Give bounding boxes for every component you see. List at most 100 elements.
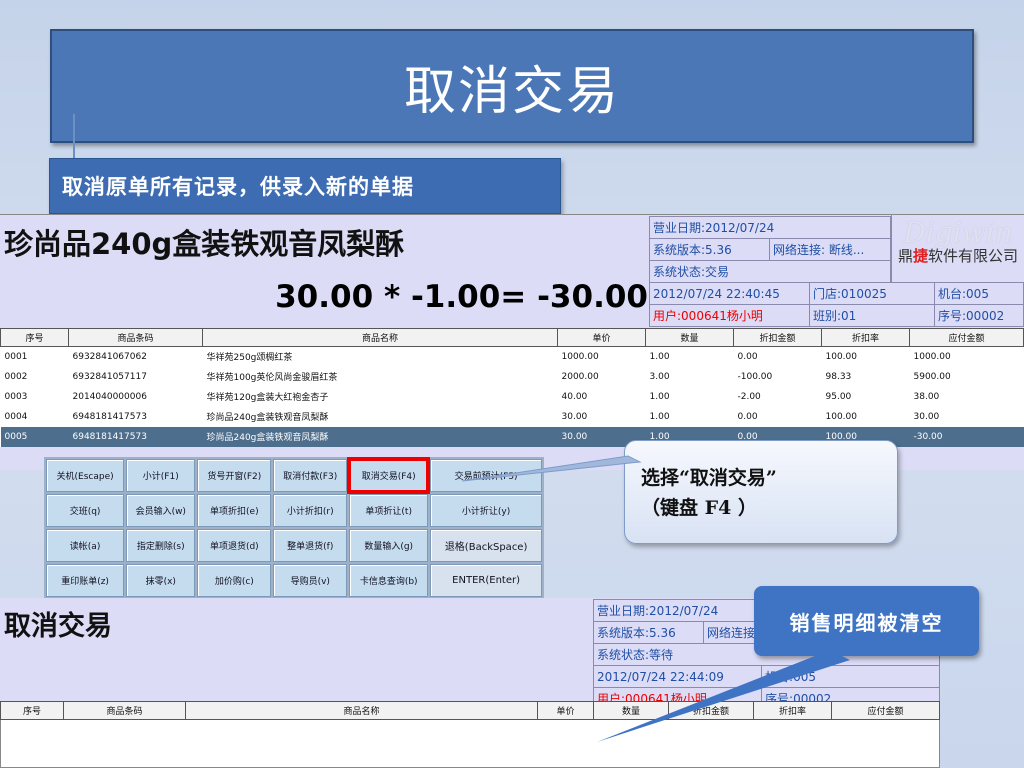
table-cell: 华祥苑250g颂椆红茶 <box>206 353 293 364</box>
column-header[interactable]: 数量 <box>593 701 669 720</box>
column-header[interactable]: 序号 <box>0 328 69 347</box>
column-header[interactable]: 折扣金额 <box>668 701 754 720</box>
column-header[interactable]: 商品条码 <box>63 701 186 720</box>
table-cell: 珍尚品240g盒装铁观音凤梨酥 <box>202 426 558 447</box>
function-key-button[interactable]: 小计(F1) <box>126 459 196 492</box>
function-key-button[interactable]: 交班(q) <box>46 494 125 527</box>
table-cell: 1.00 <box>649 391 670 402</box>
table-cell: 5900.00 <box>913 371 951 382</box>
table-cell: 38.00 <box>913 391 940 402</box>
biz-date: 营业日期:2012/07/24 <box>649 216 891 239</box>
sys-status: 系统状态:交易 <box>649 260 891 283</box>
function-key-button[interactable]: 退格(BackSpace) <box>430 529 542 562</box>
seq: 序号:00002 <box>934 304 1024 327</box>
callout-line2: （键盘 F4 ） <box>641 497 757 519</box>
pos2-datetime: 2012/07/24 22:44:09 <box>592 665 763 688</box>
pos-info-panel-2: 2012/07/24 22:40:45 门店:010025 机台:005 用户:00… <box>649 282 1024 327</box>
table-cell: 0004 <box>4 411 28 422</box>
function-key-button[interactable]: 加价购(c) <box>197 564 272 597</box>
table-cell: 98.33 <box>825 371 852 382</box>
column-header[interactable]: 商品名称 <box>185 701 538 720</box>
sales-detail-table-empty: 序号 商品条码 商品名称 单价 数量 折扣金额 折扣率 应付金额 <box>0 701 940 768</box>
connector-line <box>73 114 75 160</box>
function-key-button[interactable]: 整单退货(f) <box>273 529 348 562</box>
function-key-button[interactable]: 卡信息查询(b) <box>349 564 429 597</box>
network-status: 网络连接: 断线... <box>769 238 891 261</box>
column-header[interactable]: 应付金额 <box>909 328 1024 347</box>
column-header[interactable]: 数量 <box>645 328 734 347</box>
function-key-button[interactable]: 单项折让(t) <box>349 494 429 527</box>
user: 用户:000641杨小明 <box>649 304 810 327</box>
table-cell: -100.00 <box>737 371 773 382</box>
function-key-button[interactable]: 单项折扣(e) <box>197 494 272 527</box>
function-key-button[interactable]: 货号开窗(F2) <box>197 459 272 492</box>
table-cell: 0.00 <box>737 411 758 422</box>
function-key-button[interactable]: 取消交易(F4) <box>347 457 431 494</box>
slide-subtitle-box: 取消原单所有记录，供录入新的单据 <box>49 158 561 214</box>
function-key-button[interactable]: 数量输入(g) <box>349 529 429 562</box>
table-row[interactable]: 0004 6948181417573 珍尚品240g盒装铁观音凤梨酥 30.00 1.0… <box>1 407 1024 427</box>
column-header[interactable]: 折扣率 <box>753 701 832 720</box>
function-key-button[interactable]: 取消付款(F3) <box>273 459 348 492</box>
function-key-button[interactable]: 小计折扣(r) <box>273 494 348 527</box>
table-row[interactable]: 0001 6932841067062 华祥苑250g颂椆红茶 1000.00 1.00 0… <box>1 347 1024 367</box>
function-key-button[interactable]: 交易前预计(F5) <box>430 459 542 492</box>
sales-detail-table: 序号 商品条码 商品名称 单价 数量 折扣金额 折扣率 应付金额 0001 6932841067… <box>0 328 1024 447</box>
function-key-button[interactable]: 小计折让(y) <box>430 494 542 527</box>
callout-select-cancel: 选择“取消交易” （键盘 F4 ） <box>624 440 898 544</box>
table-cell: 0005 <box>0 426 69 447</box>
shift: 班别:01 <box>809 304 935 327</box>
table-cell: -30.00 <box>909 426 1024 447</box>
table-cell: 1000.00 <box>913 351 951 362</box>
table-row[interactable]: 0002 6932841057117 华祥苑100g英伦风尚金骏眉红茶 2000.00… <box>1 367 1024 387</box>
function-key-button[interactable]: 会员输入(w) <box>126 494 196 527</box>
function-key-button[interactable]: 关机(Escape) <box>46 459 125 492</box>
callout-cleared: 销售明细被清空 <box>754 586 979 656</box>
empty-table-body <box>0 719 940 768</box>
pos-info-panel: 营业日期:2012/07/24 系统版本:5.36 网络连接: 断线... 系统状… <box>649 216 891 283</box>
table-cell: -2.00 <box>737 391 761 402</box>
logo-company: 软件有限公司 <box>928 247 1019 265</box>
function-key-button[interactable]: 导购员(v) <box>273 564 348 597</box>
function-key-button[interactable]: 抹零(x) <box>126 564 196 597</box>
column-header[interactable]: 商品名称 <box>202 328 558 347</box>
pos2-machine: 机台:005 <box>761 665 940 688</box>
pos2-title: 取消交易 <box>4 611 112 642</box>
machine: 机台:005 <box>934 282 1024 305</box>
function-key-button[interactable]: 单项退货(d) <box>197 529 272 562</box>
pos2-sys-version: 系统版本:5.36 <box>593 621 704 644</box>
table-cell: 1.00 <box>649 351 670 362</box>
column-header[interactable]: 商品条码 <box>68 328 203 347</box>
function-key-button[interactable]: 重印账单(z) <box>46 564 125 597</box>
sys-version: 系统版本:5.36 <box>649 238 770 261</box>
column-header[interactable]: 序号 <box>0 701 64 720</box>
table-cell: 0002 <box>4 371 28 382</box>
logo-char: 鼎 <box>897 247 913 265</box>
table-cell: 30.00 <box>913 411 940 422</box>
table-cell: 2014040000006 <box>72 391 147 402</box>
table-cell: 100.00 <box>825 351 858 362</box>
column-header[interactable]: 折扣金额 <box>733 328 822 347</box>
store: 门店:010025 <box>809 282 935 305</box>
table-cell: 0.00 <box>737 351 758 362</box>
slide-subtitle: 取消原单所有记录，供录入新的单据 <box>62 174 414 199</box>
table-cell: 40.00 <box>561 391 588 402</box>
table-cell: 华祥苑120g盒装大红袍金杏子 <box>206 393 329 403</box>
table-row[interactable]: 0003 2014040000006 华祥苑120g盒装大红袍金杏子 40.00 1.0… <box>1 387 1024 407</box>
callout-line1: 选择“取消交易” <box>641 467 777 489</box>
table-cell: 6932841067062 <box>72 351 147 362</box>
table-cell: 珍尚品240g盒装铁观音凤梨酥 <box>206 413 329 423</box>
function-key-button[interactable]: ENTER(Enter) <box>430 564 542 597</box>
function-key-panel: 关机(Escape) 小计(F1) 货号开窗(F2) 取消付款(F3) 取消交易(F4)… <box>44 457 544 599</box>
function-key-button[interactable]: 读帐(a) <box>46 529 125 562</box>
column-header[interactable]: 单价 <box>557 328 646 347</box>
company-logo: Digiwin 鼎捷软件有限公司 <box>891 214 1024 282</box>
table-cell: 95.00 <box>825 391 852 402</box>
current-calc: 30.00 * -1.00= -30.00 <box>275 279 648 315</box>
column-header[interactable]: 折扣率 <box>821 328 910 347</box>
current-product-name: 珍尚品240g盒装铁观音凤梨酥 <box>4 227 405 261</box>
column-header[interactable]: 应付金额 <box>831 701 940 720</box>
function-key-button[interactable]: 指定删除(s) <box>126 529 196 562</box>
column-header[interactable]: 单价 <box>537 701 594 720</box>
table-cell: 100.00 <box>825 411 858 422</box>
